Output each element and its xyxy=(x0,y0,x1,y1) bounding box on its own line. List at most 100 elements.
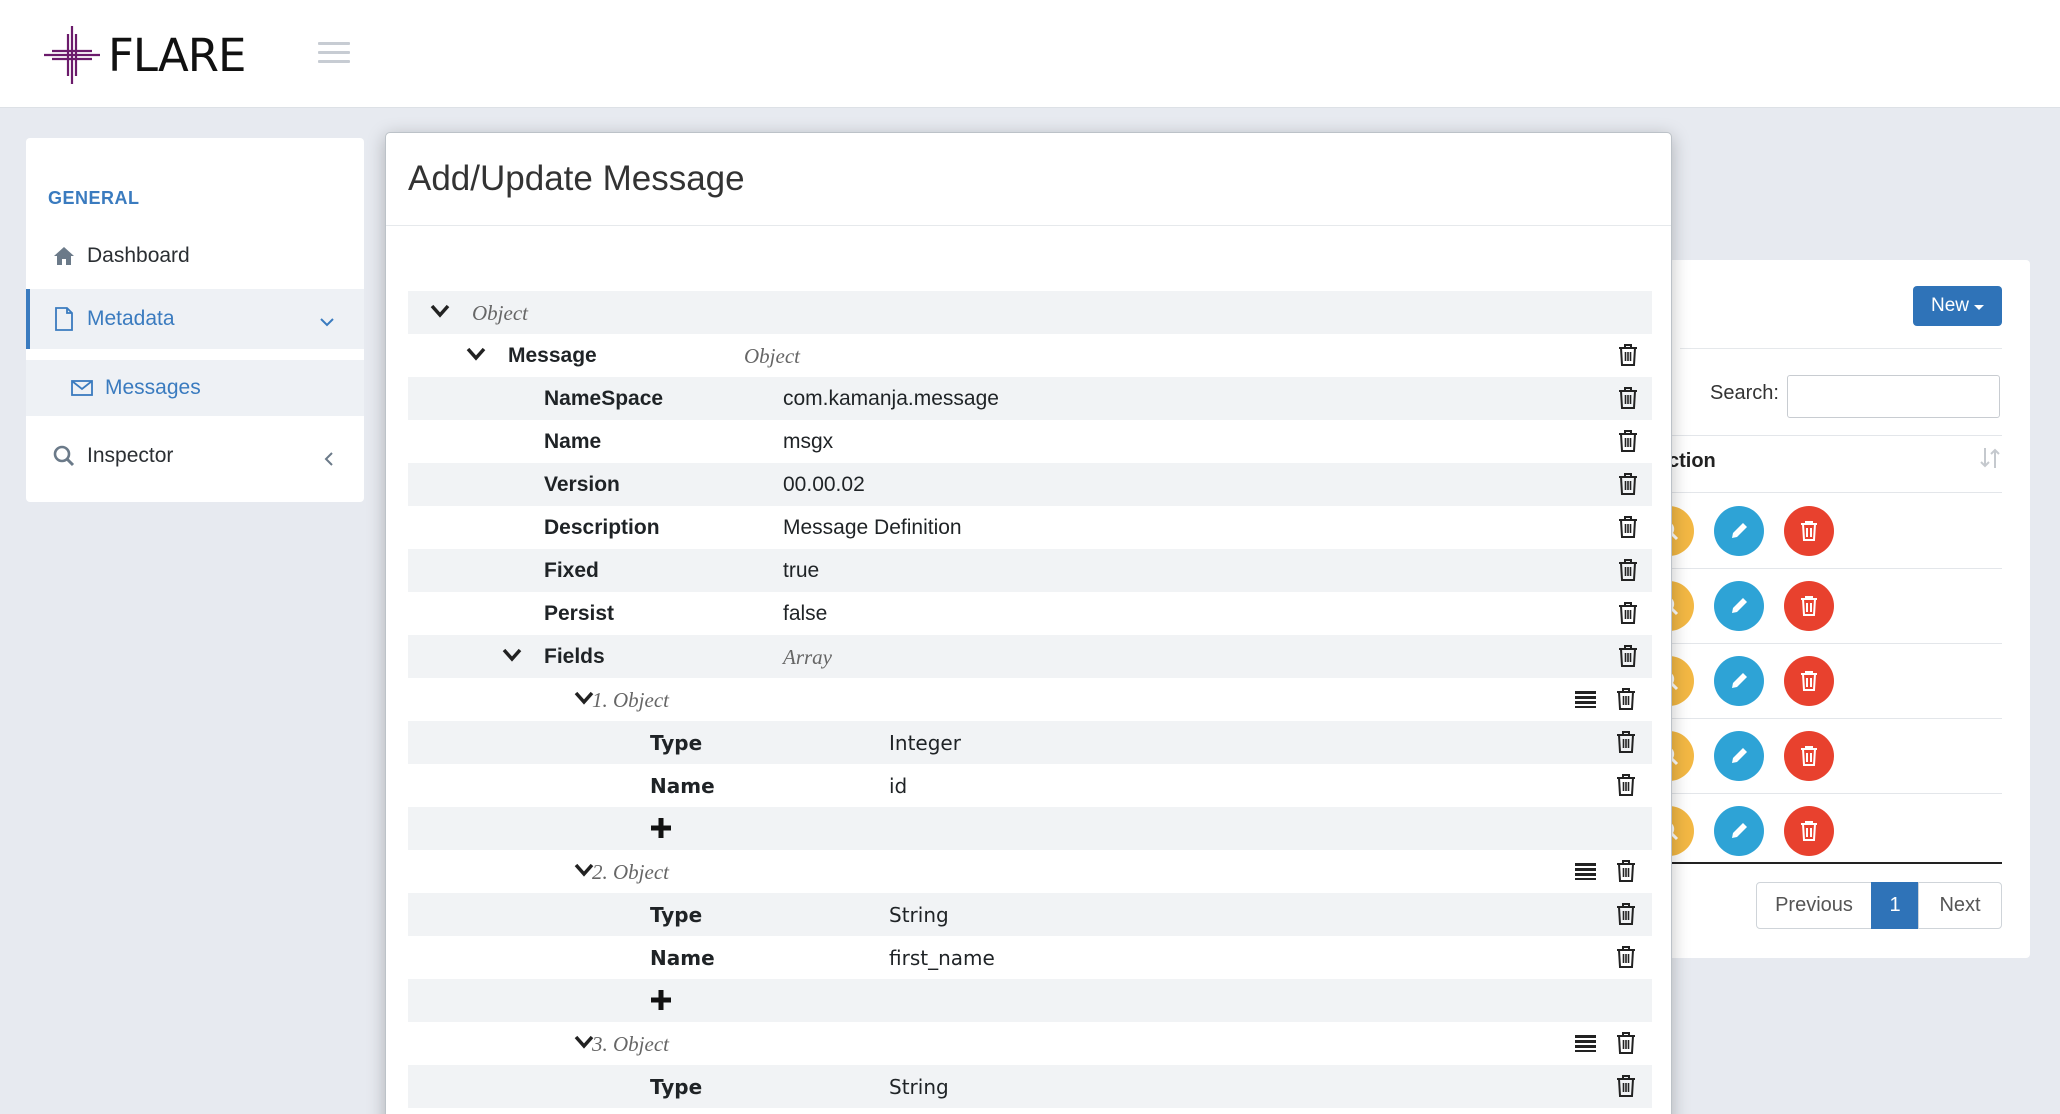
trash-icon[interactable] xyxy=(1618,515,1638,539)
sidebar-item-metadata[interactable]: Metadata xyxy=(26,289,364,349)
envelope-icon xyxy=(71,375,97,401)
tree-value[interactable]: String xyxy=(889,903,949,927)
tree-value[interactable]: String xyxy=(889,1075,949,1099)
trash-icon[interactable] xyxy=(1616,687,1636,711)
tree-key[interactable]: Type xyxy=(650,731,702,755)
plus-icon[interactable] xyxy=(650,817,672,839)
tree-type-label: Object xyxy=(472,301,528,325)
trash-icon[interactable] xyxy=(1618,601,1638,625)
edit-button[interactable] xyxy=(1714,731,1764,781)
pagination-next[interactable]: Next xyxy=(1918,882,2002,929)
drag-handle-icon[interactable] xyxy=(1575,1035,1596,1052)
document-icon xyxy=(51,306,77,332)
tree-key[interactable]: Name xyxy=(650,774,715,798)
edit-button[interactable] xyxy=(1714,581,1764,631)
sidebar-section-title: GENERAL xyxy=(48,188,140,208)
tree-value[interactable]: com.kamanja.message xyxy=(783,387,999,411)
action-column-header[interactable]: ction xyxy=(1668,450,1716,473)
drag-handle-icon[interactable] xyxy=(1575,863,1596,880)
tree-row-property: Type String xyxy=(408,893,1652,936)
edit-button[interactable] xyxy=(1714,806,1764,856)
search-input[interactable] xyxy=(1787,375,2000,418)
plus-icon[interactable] xyxy=(650,989,672,1011)
tree-row-array-item: 1. Object xyxy=(408,678,1652,721)
delete-button[interactable] xyxy=(1784,806,1834,856)
pagination-page-1[interactable]: 1 xyxy=(1871,882,1919,929)
tree-row-fields: Fields Array xyxy=(408,635,1652,678)
tree-value[interactable]: Message Definition xyxy=(783,516,962,540)
trash-icon[interactable] xyxy=(1618,386,1638,410)
tree-key[interactable]: Message xyxy=(508,344,597,368)
tree-value[interactable]: true xyxy=(783,559,819,583)
tree-key[interactable]: Persist xyxy=(544,602,614,626)
edit-button[interactable] xyxy=(1714,506,1764,556)
tree-row-property: Version 00.00.02 xyxy=(408,463,1652,506)
tree-key[interactable]: Name xyxy=(544,430,601,454)
tree-key[interactable]: Name xyxy=(650,946,715,970)
trash-icon[interactable] xyxy=(1616,902,1636,926)
new-button[interactable]: New xyxy=(1913,286,2002,326)
tree-key[interactable]: Type xyxy=(650,1075,702,1099)
top-navbar: FLARE xyxy=(0,0,2060,108)
trash-icon[interactable] xyxy=(1616,730,1636,754)
divider xyxy=(1680,348,2002,349)
logo-text: FLARE xyxy=(108,28,246,82)
trash-icon[interactable] xyxy=(1618,558,1638,582)
trash-icon[interactable] xyxy=(1616,1074,1636,1098)
table-row xyxy=(1644,569,2002,644)
add-update-message-modal: Add/Update Message Object Message Object… xyxy=(385,132,1672,1114)
delete-button[interactable] xyxy=(1784,656,1834,706)
sidebar-subitem-messages[interactable]: Messages xyxy=(26,360,364,416)
tree-value[interactable]: Integer xyxy=(889,731,961,755)
tree-row-property: Name msgx xyxy=(408,420,1652,463)
chevron-down-icon[interactable] xyxy=(502,647,522,663)
tree-key[interactable]: Fields xyxy=(544,645,605,669)
app-logo[interactable]: FLARE xyxy=(42,24,246,86)
trash-icon[interactable] xyxy=(1616,773,1636,797)
sidebar-item-inspector[interactable]: Inspector xyxy=(26,426,364,486)
trash-icon[interactable] xyxy=(1618,644,1638,668)
tree-row-property: Persist false xyxy=(408,592,1652,635)
chevron-down-icon[interactable] xyxy=(574,690,594,706)
tree-value[interactable]: first_name xyxy=(889,946,995,970)
delete-button[interactable] xyxy=(1784,731,1834,781)
trash-icon[interactable] xyxy=(1616,1031,1636,1055)
menu-toggle-icon[interactable] xyxy=(318,42,350,66)
drag-handle-icon[interactable] xyxy=(1575,691,1596,708)
tree-row-root: Object xyxy=(408,291,1652,334)
tree-key[interactable]: Type xyxy=(650,903,702,927)
tree-row-property: Description Message Definition xyxy=(408,506,1652,549)
trash-icon[interactable] xyxy=(1618,429,1638,453)
table-row xyxy=(1644,794,2002,869)
tree-value[interactable]: id xyxy=(889,774,907,798)
tree-value[interactable]: 00.00.02 xyxy=(783,473,865,497)
edit-button[interactable] xyxy=(1714,656,1764,706)
chevron-down-icon[interactable] xyxy=(574,1034,594,1050)
tree-key[interactable]: Fixed xyxy=(544,559,599,583)
delete-button[interactable] xyxy=(1784,581,1834,631)
new-button-label: New xyxy=(1930,295,1969,316)
tree-key[interactable]: Version xyxy=(544,473,620,497)
chevron-down-icon[interactable] xyxy=(466,346,486,362)
delete-button[interactable] xyxy=(1784,506,1834,556)
chevron-down-icon[interactable] xyxy=(574,862,594,878)
modal-title: Add/Update Message xyxy=(408,159,745,198)
tree-value[interactable]: msgx xyxy=(783,430,833,454)
trash-icon[interactable] xyxy=(1616,859,1636,883)
home-icon xyxy=(51,243,77,269)
tree-row-property: Type Integer xyxy=(408,721,1652,764)
sidebar-item-dashboard[interactable]: Dashboard xyxy=(26,226,364,286)
trash-icon[interactable] xyxy=(1618,343,1638,367)
pagination-previous[interactable]: Previous xyxy=(1756,882,1872,929)
chevron-left-icon xyxy=(324,448,334,472)
tree-key[interactable]: Description xyxy=(544,516,660,540)
trash-icon[interactable] xyxy=(1616,945,1636,969)
sort-icon[interactable] xyxy=(1980,446,2000,476)
tree-value[interactable]: false xyxy=(783,602,827,626)
table-row xyxy=(1644,644,2002,719)
search-icon xyxy=(51,443,77,469)
chevron-down-icon[interactable] xyxy=(430,303,450,319)
divider xyxy=(386,225,1671,226)
tree-key[interactable]: NameSpace xyxy=(544,387,663,411)
trash-icon[interactable] xyxy=(1618,472,1638,496)
